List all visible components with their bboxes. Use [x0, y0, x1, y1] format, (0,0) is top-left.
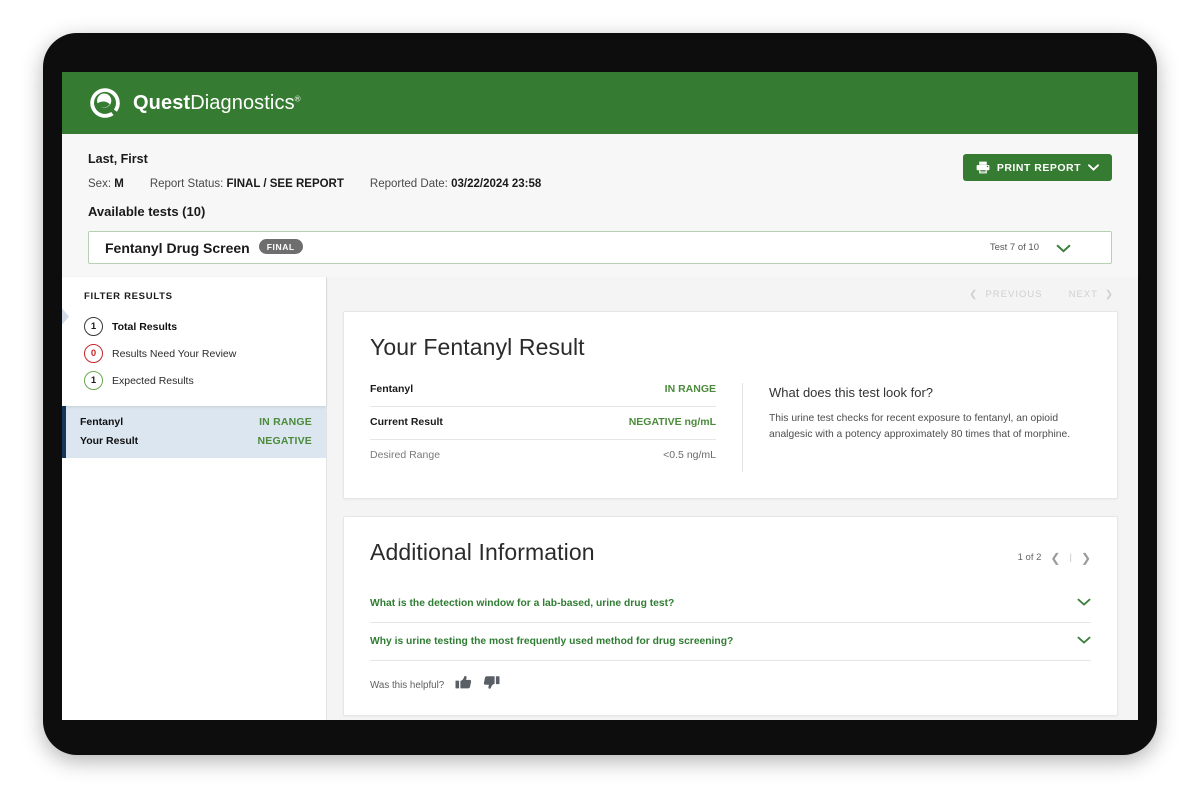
- thumbs-up-icon[interactable]: [455, 675, 472, 695]
- chevron-right-icon[interactable]: ❯: [1081, 552, 1091, 564]
- available-tests-heading: Available tests (10): [88, 204, 206, 219]
- test-explanation: What does this test look for? This urine…: [769, 383, 1091, 472]
- reported-date-value: 03/22/2024 23:58: [451, 178, 542, 190]
- your-result-title: Your Fentanyl Result: [370, 334, 585, 360]
- status-badge: FINAL: [258, 239, 303, 254]
- report-status: Report Status: FINAL / SEE REPORT: [150, 178, 344, 190]
- test-counter: Test 7 of 10: [989, 242, 1039, 253]
- sidebar-your-result-value: NEGATIVE: [257, 435, 312, 447]
- test-title: Fentanyl Drug Screen: [105, 239, 250, 256]
- quest-q-logo-icon: [88, 86, 122, 120]
- patient-sex-value: M: [114, 178, 124, 190]
- table-row: Current Result NEGATIVE ng/mL: [370, 407, 716, 440]
- need-review-label: Results Need Your Review: [112, 347, 237, 360]
- result-row-value: NEGATIVE ng/mL: [628, 416, 716, 428]
- result-row-key: Desired Range: [370, 449, 441, 461]
- additional-information-title: Additional Information: [370, 539, 595, 565]
- sidebar-filter-total-results[interactable]: 1 Total Results: [62, 313, 326, 340]
- sidebar-your-result-row: Your Result NEGATIVE: [80, 435, 312, 447]
- patient-meta: Sex: M Report Status: FINAL / SEE REPORT…: [88, 178, 1112, 190]
- faq-question: What is the detection window for a lab-b…: [370, 597, 675, 609]
- result-row-key: Current Result: [370, 416, 443, 428]
- chevron-down-icon[interactable]: [1077, 594, 1091, 612]
- thumbs-down-icon[interactable]: [483, 675, 500, 695]
- brand-trademark: ®: [294, 93, 301, 103]
- feedback-label: Was this helpful?: [370, 679, 445, 691]
- content-area: FILTER RESULTS 1 Total Results 0 Results…: [62, 277, 1138, 720]
- faq-item[interactable]: What is the detection window for a lab-b…: [370, 585, 1091, 623]
- reported-date-label: Reported Date:: [369, 178, 448, 190]
- sidebar-filter-need-review[interactable]: 0 Results Need Your Review: [62, 340, 326, 367]
- patient-sex-label: Sex:: [88, 178, 112, 190]
- result-values-table: Fentanyl IN RANGE Current Result NEGATIV…: [370, 383, 742, 472]
- pager-separator: |: [1069, 552, 1072, 563]
- patient-name: Last, First: [88, 152, 148, 166]
- chevron-down-icon: [1088, 164, 1099, 171]
- brand-name-light: Diagnostics: [190, 91, 295, 114]
- test-selector[interactable]: Fentanyl Drug Screen FINAL Test 7 of 10: [88, 231, 1112, 264]
- additional-information-card: Additional Information 1 of 2 ❮ | ❯ What…: [343, 516, 1118, 716]
- pager-text: 1 of 2: [1017, 552, 1042, 563]
- faq-question: Why is urine testing the most frequently…: [370, 635, 734, 647]
- sidebar-your-result-label: Your Result: [80, 435, 139, 447]
- print-report-button[interactable]: PRINT REPORT: [962, 154, 1112, 181]
- brand-name-bold: Quest: [133, 91, 191, 114]
- sidebar-result-name-row: Fentanyl IN RANGE: [80, 416, 312, 428]
- your-result-card: Your Fentanyl Result Fentanyl IN RANGE C…: [343, 311, 1118, 499]
- table-row: Desired Range <0.5 ng/mL: [370, 440, 716, 472]
- print-report-label: PRINT REPORT: [996, 161, 1081, 174]
- result-row-key: Fentanyl: [370, 383, 414, 395]
- result-row-value: <0.5 ng/mL: [663, 449, 716, 461]
- previous-result-button[interactable]: ❮ PREVIOUS: [969, 289, 1042, 300]
- your-result-body: Fentanyl IN RANGE Current Result NEGATIV…: [344, 361, 1117, 498]
- result-pagination-nav: ❮ PREVIOUS NEXT ❯: [343, 277, 1118, 311]
- sidebar-result-status: IN RANGE: [259, 416, 312, 428]
- brand-header: QuestDiagnostics®: [62, 72, 1138, 134]
- patient-info-bar: Last, First Sex: M Report Status: FINAL …: [62, 134, 1138, 219]
- need-review-count: 0: [84, 344, 103, 363]
- test-explanation-title: What does this test look for?: [769, 385, 934, 400]
- patient-sex: Sex: M: [88, 178, 124, 190]
- sidebar-result-name: Fentanyl: [80, 416, 124, 428]
- next-label: NEXT: [1068, 288, 1098, 300]
- app-screen: QuestDiagnostics® Last, First Sex: M Rep…: [62, 72, 1138, 720]
- printer-icon: [976, 161, 990, 174]
- previous-label: PREVIOUS: [985, 288, 1043, 300]
- additional-information-header: Additional Information 1 of 2 ❮ | ❯: [344, 517, 1117, 566]
- faq-item[interactable]: Why is urine testing the most frequently…: [370, 623, 1091, 661]
- total-results-count: 1: [84, 317, 103, 336]
- next-result-button[interactable]: NEXT ❯: [1069, 289, 1114, 300]
- report-status-value: FINAL / SEE REPORT: [226, 178, 344, 190]
- additional-info-pager: 1 of 2 ❮ | ❯: [1018, 552, 1091, 564]
- faq-list: What is the detection window for a lab-b…: [344, 585, 1117, 661]
- sidebar-filter-expected-results[interactable]: 1 Expected Results: [62, 367, 326, 394]
- results-sidebar: FILTER RESULTS 1 Total Results 0 Results…: [62, 277, 327, 720]
- filter-results-card: FILTER RESULTS 1 Total Results 0 Results…: [62, 277, 326, 406]
- test-selector-region: Fentanyl Drug Screen FINAL Test 7 of 10: [62, 219, 1138, 277]
- result-row-value: IN RANGE: [664, 383, 716, 395]
- feedback-row: Was this helpful?: [344, 661, 1117, 715]
- report-status-label: Report Status:: [149, 178, 224, 190]
- sidebar-result-item-fentanyl[interactable]: Fentanyl IN RANGE Your Result NEGATIVE: [62, 406, 326, 458]
- chevron-down-icon[interactable]: [1056, 241, 1071, 259]
- filter-results-heading: FILTER RESULTS: [84, 291, 173, 302]
- main-panel: ❮ PREVIOUS NEXT ❯ Your Fentanyl Result F…: [327, 277, 1138, 720]
- reported-date: Reported Date: 03/22/2024 23:58: [370, 178, 541, 190]
- table-row: Fentanyl IN RANGE: [370, 383, 716, 407]
- chevron-left-icon[interactable]: ❮: [1050, 552, 1060, 564]
- brand-wordmark: QuestDiagnostics®: [133, 92, 301, 115]
- expected-results-count: 1: [84, 371, 103, 390]
- expected-results-label: Expected Results: [112, 374, 194, 387]
- vertical-divider: [742, 383, 743, 472]
- total-results-label: Total Results: [112, 320, 178, 333]
- test-explanation-body: This urine test checks for recent exposu…: [769, 413, 1071, 440]
- chevron-down-icon[interactable]: [1077, 632, 1091, 650]
